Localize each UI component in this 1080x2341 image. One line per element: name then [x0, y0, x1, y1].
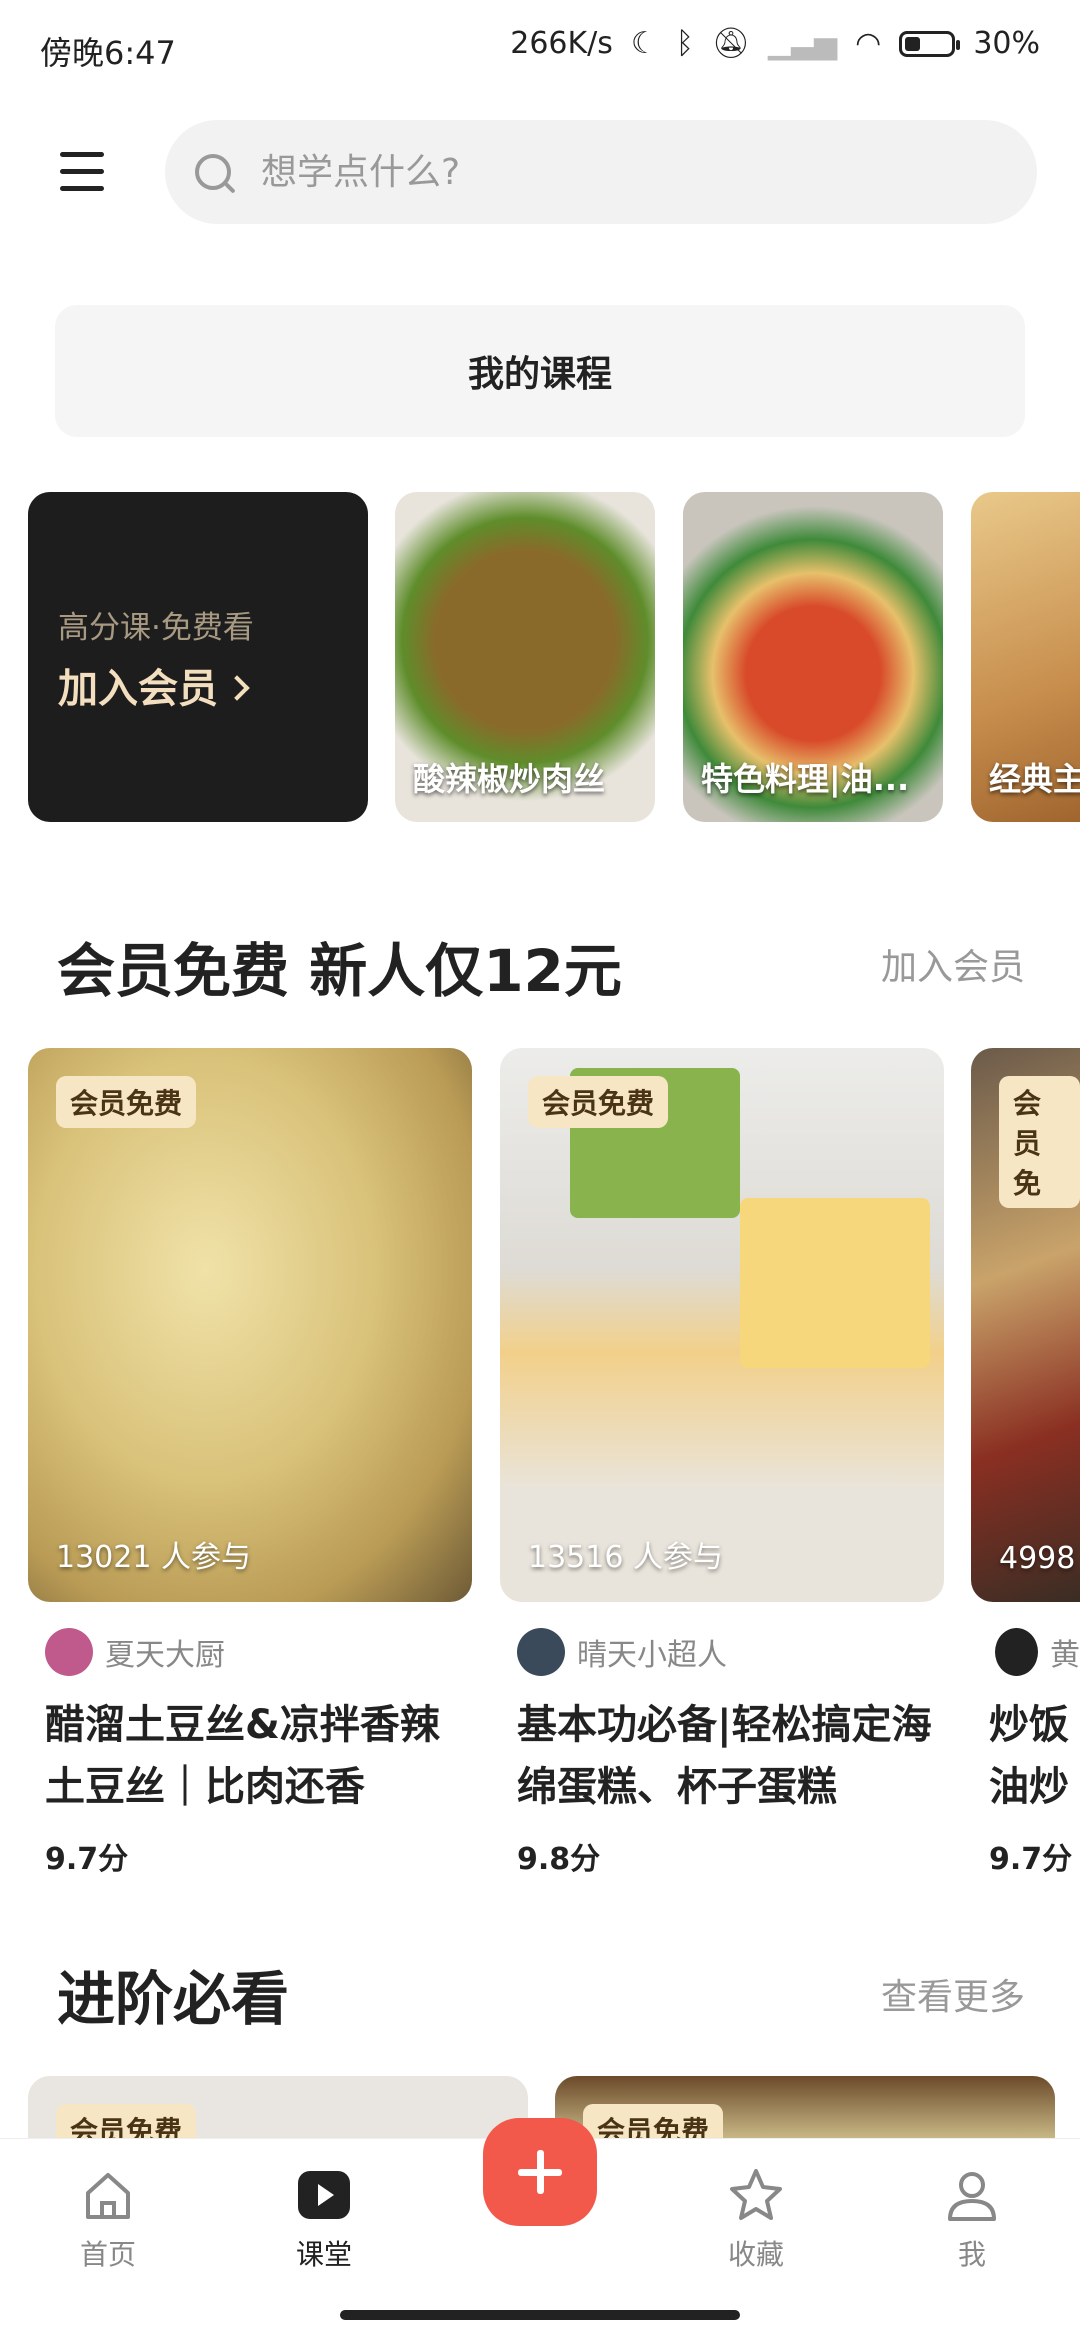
membership-promo-card[interactable]: 高分课·免费看 加入会员 [28, 492, 368, 822]
status-bar: 傍晚6:47 266K/s ☾ ᛒ 🔕︎ ▁▃▅ ◠ 30% [0, 0, 1080, 96]
home-icon [78, 2165, 138, 2225]
recommend-card-label: 特色料理|油... [701, 760, 910, 798]
network-speed: 266K/s [510, 26, 613, 61]
mute-bell-icon: 🔕︎ [711, 26, 750, 61]
course-title[interactable]: 基本功必备|轻松搞定海绵蛋糕、杯子蛋糕 [517, 1694, 947, 1818]
battery-icon [899, 30, 961, 57]
course-score: 9.7分 [989, 1842, 1073, 1877]
tab-favorites[interactable]: 收藏 [686, 2165, 826, 2273]
author-name: 黄 [1050, 1638, 1080, 1673]
status-time: 傍晚6:47 [40, 34, 176, 72]
author-name: 晴天小超人 [577, 1638, 727, 1673]
tab-classroom[interactable]: 课堂 [254, 2165, 394, 2273]
home-indicator[interactable] [340, 2310, 740, 2320]
my-course-button[interactable]: 我的课程 [55, 305, 1025, 437]
member-free-badge: 会员免费 [528, 1076, 669, 1128]
member-free-badge: 会员免 [999, 1076, 1080, 1208]
course-author: 夏天大厨 [45, 1628, 225, 1676]
star-icon [726, 2165, 786, 2225]
chevron-right-icon [224, 675, 250, 701]
course-title[interactable]: 炒饭油炒 [989, 1694, 1080, 1818]
bluetooth-icon: ᛒ [675, 26, 694, 61]
member-free-badge: 会员免费 [56, 1076, 197, 1128]
wifi-icon: ◠ [855, 26, 882, 61]
author-name: 夏天大厨 [105, 1638, 225, 1673]
course-title[interactable]: 醋溜土豆丝&凉拌香辣土豆丝｜比肉还香 [45, 1694, 475, 1818]
avatar [995, 1628, 1038, 1676]
play-icon [294, 2165, 354, 2225]
search-bar[interactable] [165, 120, 1037, 224]
recommend-card-label: 经典主 [989, 760, 1080, 798]
promo-subtitle: 高分课·免费看 [58, 610, 254, 646]
section-title-member-free: 会员免费 新人仅12元 [57, 937, 622, 1005]
participants-count: 13021 人参与 [56, 1540, 251, 1575]
course-author: 晴天小超人 [517, 1628, 727, 1676]
search-icon [195, 154, 231, 190]
tab-home[interactable]: 首页 [38, 2165, 178, 2273]
user-icon [942, 2165, 1002, 2225]
avatar [45, 1628, 93, 1676]
tab-label: 课堂 [295, 2238, 352, 2271]
battery-level: 30% [973, 26, 1040, 61]
course-score: 9.8分 [517, 1842, 601, 1877]
join-member-link[interactable]: 加入会员 [881, 938, 1025, 990]
course-card-image[interactable]: 会员免费 13021 人参与 [28, 1048, 472, 1602]
participants-count: 13516 人参与 [528, 1540, 723, 1575]
tab-me[interactable]: 我 [902, 2165, 1042, 2273]
course-card-image[interactable]: 会员免费 13516 人参与 [500, 1048, 944, 1602]
recommend-card-2[interactable]: 特色料理|油... [683, 492, 943, 822]
course-score: 9.7分 [45, 1842, 129, 1877]
recommend-card-label: 酸辣椒炒肉丝 [413, 760, 606, 798]
course-author: 黄 [995, 1628, 1080, 1676]
search-input[interactable] [259, 150, 963, 194]
promo-title: 加入会员 [58, 656, 250, 714]
status-icons: 266K/s ☾ ᛒ 🔕︎ ▁▃▅ ◠ 30% [510, 26, 1040, 61]
section-title-advanced: 进阶必看 [57, 1965, 290, 2033]
tab-label: 首页 [79, 2238, 136, 2271]
see-more-link[interactable]: 查看更多 [881, 1968, 1025, 2020]
recommend-card-3[interactable]: 经典主 [971, 492, 1080, 822]
add-plus-button[interactable] [483, 2118, 597, 2226]
participants-count: 4998 [999, 1541, 1076, 1576]
cake-illustration [740, 1198, 930, 1368]
tab-label: 收藏 [727, 2238, 784, 2271]
recommend-card-1[interactable]: 酸辣椒炒肉丝 [395, 492, 655, 822]
moon-icon: ☾ [630, 26, 658, 61]
signal-icon: ▁▃▅ [767, 26, 838, 61]
course-card-image[interactable]: 会员免 4998 [971, 1048, 1080, 1602]
avatar [517, 1628, 565, 1676]
tab-label: 我 [957, 2238, 986, 2271]
menu-icon[interactable] [60, 152, 104, 192]
